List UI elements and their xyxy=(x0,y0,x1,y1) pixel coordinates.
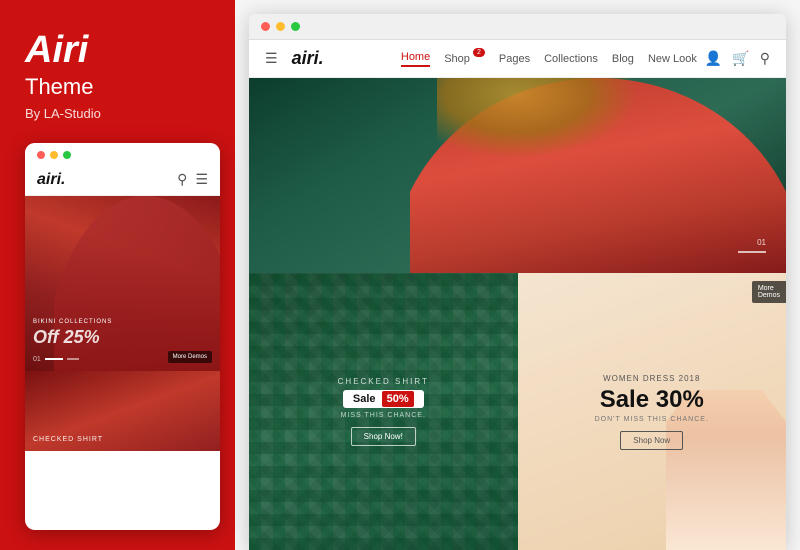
mobile-dot-green xyxy=(63,151,71,159)
dont-miss-text: DON'T MISS THIS CHANCE. xyxy=(595,416,709,423)
nav-link-home[interactable]: Home xyxy=(401,51,430,67)
grid-left-overlay: CHECKED SHIRT Sale 50% MISS THIS CHANCE.… xyxy=(249,273,518,550)
desktop-preview-window: ☰ airi. Home Shop 2 Pages Collections Bl… xyxy=(249,14,786,550)
desktop-dot-red xyxy=(261,22,270,31)
desktop-hero-section: 01 xyxy=(249,78,786,273)
grid-right-overlay: Women Dress 2018 Sale 30% DON'T MISS THI… xyxy=(518,273,787,550)
hero-page-line xyxy=(738,251,766,253)
mobile-collection-label: BIKINI COLLECTIONS xyxy=(33,319,112,325)
shop-now-button-left[interactable]: Shop Now! xyxy=(351,427,416,446)
miss-chance-text: MISS THIS CHANCE. xyxy=(341,412,426,419)
shop-now-button-right[interactable]: Shop Now xyxy=(620,431,683,450)
mobile-nav-dot xyxy=(67,358,79,360)
nav-link-newlook[interactable]: New Look xyxy=(648,53,697,65)
desktop-dot-green xyxy=(291,22,300,31)
mobile-preview-card: airi. ⚲ ☰ BIKINI COLLECTIONS Off 25% 01 xyxy=(25,143,220,530)
cart-icon[interactable]: 🛒 xyxy=(732,50,749,67)
desktop-content-area: ☰ airi. Home Shop 2 Pages Collections Bl… xyxy=(249,40,786,550)
mobile-hero-section: BIKINI COLLECTIONS Off 25% 01 More Demos xyxy=(25,196,220,371)
theme-author: By LA-Studio xyxy=(25,106,215,121)
mobile-nav-bar: airi. ⚲ ☰ xyxy=(25,165,220,196)
desktop-product-grid: CHECKED SHIRT Sale 50% MISS THIS CHANCE.… xyxy=(249,273,786,550)
mobile-bottom-label: CHECKED SHIRT xyxy=(33,436,103,443)
shop-badge: 2 xyxy=(473,48,485,57)
mobile-nav-dot-active xyxy=(45,358,63,360)
mobile-dot-red xyxy=(37,151,45,159)
right-panel: ☰ airi. Home Shop 2 Pages Collections Bl… xyxy=(235,0,800,550)
desktop-dot-yellow xyxy=(276,22,285,31)
desktop-nav-bar: ☰ airi. Home Shop 2 Pages Collections Bl… xyxy=(249,40,786,78)
theme-subtitle: Theme xyxy=(25,74,215,100)
more-demos-desktop-button[interactable]: MoreDemos xyxy=(752,281,786,303)
desktop-hero-background xyxy=(249,78,786,273)
checked-shirt-label: CHECKED SHIRT xyxy=(338,377,429,386)
women-dress-sale: Sale 30% xyxy=(600,386,704,414)
mobile-window-controls xyxy=(25,143,220,165)
hero-pagination: 01 xyxy=(738,238,766,253)
mobile-sale-text: Off 25% xyxy=(33,327,112,348)
sale-badge: Sale 50% xyxy=(343,390,424,408)
women-dress-label: Women Dress 2018 xyxy=(603,374,700,383)
mobile-hero-image: BIKINI COLLECTIONS Off 25% 01 More Demos xyxy=(25,196,220,371)
nav-link-pages[interactable]: Pages xyxy=(499,53,530,65)
sale-label: Sale xyxy=(353,393,376,405)
search-icon[interactable]: ⚲ xyxy=(760,50,770,67)
nav-link-collections[interactable]: Collections xyxy=(544,53,598,65)
mobile-nav-icons: ⚲ ☰ xyxy=(177,171,208,188)
desktop-nav-links: Home Shop 2 Pages Collections Blog New L… xyxy=(401,51,697,67)
grid-item-women-dress: Women Dress 2018 Sale 30% DON'T MISS THI… xyxy=(518,273,787,550)
mobile-more-demos-badge[interactable]: More Demos xyxy=(168,351,212,363)
nav-link-shop[interactable]: Shop xyxy=(444,53,470,65)
more-demos-button[interactable]: More Demos xyxy=(168,351,212,363)
mobile-menu-icon[interactable]: ☰ xyxy=(195,171,208,188)
mobile-search-icon[interactable]: ⚲ xyxy=(177,171,187,188)
hero-page-number: 01 xyxy=(757,238,766,247)
nav-link-blog[interactable]: Blog xyxy=(612,53,634,65)
mobile-bottom-section: CHECKED SHIRT xyxy=(25,371,220,451)
hamburger-icon[interactable]: ☰ xyxy=(265,50,278,67)
mobile-hero-text-block: BIKINI COLLECTIONS Off 25% 01 xyxy=(33,319,112,363)
mobile-logo: airi. xyxy=(37,171,65,189)
mobile-dot-yellow xyxy=(50,151,58,159)
grid-item-checked-shirt: CHECKED SHIRT Sale 50% MISS THIS CHANCE.… xyxy=(249,273,518,550)
desktop-window-controls xyxy=(249,14,786,40)
left-panel: Airi Theme By LA-Studio airi. ⚲ ☰ BIKINI… xyxy=(0,0,235,550)
desktop-logo: airi. xyxy=(292,48,324,69)
theme-title: Airi xyxy=(25,30,215,72)
user-icon[interactable]: 👤 xyxy=(705,50,722,67)
desktop-nav-icons: 👤 🛒 ⚲ xyxy=(705,50,770,67)
sale-percentage: 50% xyxy=(382,391,414,407)
